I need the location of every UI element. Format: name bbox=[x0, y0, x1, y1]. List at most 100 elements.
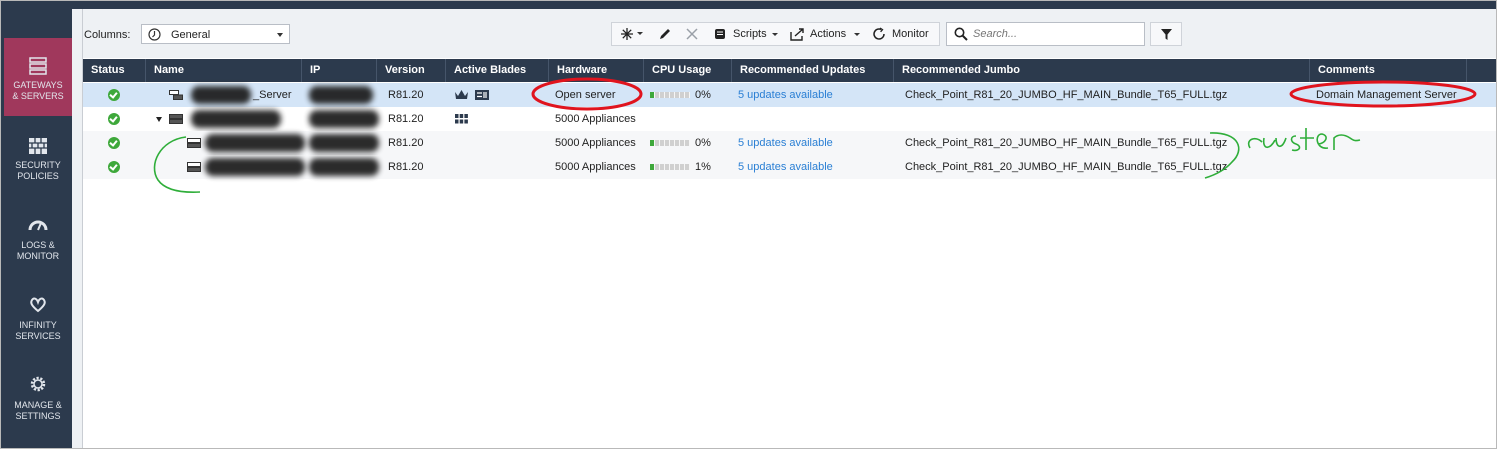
gateways-icon bbox=[29, 57, 47, 75]
status-ok-icon bbox=[108, 161, 120, 173]
redacted-ip bbox=[309, 158, 379, 176]
cell-cpu-usage: 1% bbox=[695, 161, 711, 173]
cpu-usage-fill bbox=[650, 140, 654, 146]
column-header-recommended-updates[interactable]: Recommended Updates bbox=[732, 59, 894, 82]
column-header-cpu-usage[interactable]: CPU Usage bbox=[644, 59, 732, 82]
updates-link[interactable]: 5 updates available bbox=[738, 83, 833, 107]
cluster-icon bbox=[169, 114, 183, 124]
cell-recommended-jumbo: Check_Point_R81_20_JUMBO_HF_MAIN_Bundle_… bbox=[905, 161, 1228, 173]
actions-button[interactable]: Actions bbox=[790, 23, 862, 45]
sidebar-label-l1: MANAGE & bbox=[14, 400, 62, 410]
redacted-ip bbox=[309, 134, 379, 152]
gateway-member-icon bbox=[187, 138, 201, 148]
cell-cpu-usage: 0% bbox=[695, 137, 711, 149]
column-header-recommended-jumbo[interactable]: Recommended Jumbo bbox=[894, 59, 1310, 82]
new-star-icon bbox=[621, 28, 633, 40]
updates-link[interactable]: 5 updates available bbox=[738, 131, 833, 155]
updates-link[interactable]: 5 updates available bbox=[738, 155, 833, 179]
column-header-ip[interactable]: IP bbox=[302, 59, 377, 82]
cell-recommended-jumbo: Check_Point_R81_20_JUMBO_HF_MAIN_Bundle_… bbox=[905, 137, 1228, 149]
cpu-usage-bar bbox=[650, 164, 690, 170]
column-header-hardware[interactable]: Hardware bbox=[549, 59, 644, 82]
delete-button[interactable] bbox=[684, 23, 700, 45]
column-header-status[interactable]: Status bbox=[83, 59, 146, 82]
cell-hardware: Open server bbox=[555, 89, 616, 101]
gauge-icon bbox=[28, 220, 48, 231]
cpu-usage-bar bbox=[650, 92, 690, 98]
cell-version: R81.20 bbox=[388, 137, 424, 149]
search-box[interactable] bbox=[946, 22, 1145, 46]
gateway-member-icon bbox=[187, 162, 201, 172]
script-icon bbox=[715, 29, 725, 39]
filter-icon bbox=[1161, 29, 1172, 40]
expand-toggle-icon[interactable] bbox=[156, 117, 162, 122]
columns-label: Columns: bbox=[84, 29, 131, 41]
table-row[interactable]: R81.20 5000 Appliances 1% 5 updates avai… bbox=[83, 155, 1496, 179]
title-band bbox=[1, 1, 1496, 9]
column-header-name[interactable]: Name bbox=[146, 59, 302, 82]
cell-version: R81.20 bbox=[388, 113, 424, 125]
gear-icon bbox=[30, 376, 46, 392]
table-header: Status Name IP Version Active Blades Har… bbox=[83, 59, 1496, 82]
monitor-label: Monitor bbox=[892, 28, 929, 40]
column-header-version[interactable]: Version bbox=[377, 59, 446, 82]
columns-select[interactable]: General bbox=[141, 24, 290, 44]
redacted-name bbox=[205, 158, 305, 176]
gateways-table: Status Name IP Version Active Blades Har… bbox=[83, 59, 1496, 448]
view-icon bbox=[148, 28, 161, 41]
monitor-button[interactable]: Monitor bbox=[870, 23, 938, 45]
sidebar-item-manage-settings[interactable]: MANAGE & SETTINGS bbox=[4, 358, 72, 436]
cell-hardware: 5000 Appliances bbox=[555, 137, 636, 149]
status-ok-icon bbox=[108, 89, 120, 101]
new-object-button[interactable] bbox=[618, 23, 646, 45]
sidebar-item-infinity-services[interactable]: INFINITY SERVICES bbox=[4, 278, 72, 356]
cell-version: R81.20 bbox=[388, 161, 424, 173]
pencil-icon bbox=[660, 29, 670, 39]
chevron-down-icon bbox=[277, 33, 283, 37]
table-row[interactable]: R81.20 5000 Appliances 0% 5 updates avai… bbox=[83, 131, 1496, 155]
redacted-name bbox=[191, 86, 251, 104]
search-icon bbox=[954, 27, 968, 41]
sidebar-divider bbox=[72, 9, 83, 448]
column-header-comments[interactable]: Comments bbox=[1310, 59, 1467, 82]
sidebar-label-l2: POLICIES bbox=[17, 171, 59, 181]
redacted-ip bbox=[309, 86, 373, 104]
blade-icon bbox=[475, 90, 489, 100]
cpu-usage-fill bbox=[650, 92, 654, 98]
columns-select-value: General bbox=[171, 29, 211, 41]
toolbar-button-group: Scripts Actions Monitor bbox=[611, 22, 940, 46]
actions-label: Actions bbox=[810, 28, 847, 40]
search-input[interactable] bbox=[973, 26, 1138, 41]
sidebar-label-l2: & SERVERS bbox=[12, 91, 64, 101]
scripts-button[interactable]: Scripts bbox=[712, 23, 782, 45]
sidebar: GATEWAYS & SERVERS SECURITY POLICIES LOG… bbox=[1, 9, 72, 448]
chevron-down-icon bbox=[854, 33, 860, 36]
close-icon bbox=[686, 28, 698, 40]
chevron-down-icon bbox=[772, 33, 778, 36]
sidebar-label-l1: SECURITY bbox=[15, 160, 61, 170]
edit-button[interactable] bbox=[656, 23, 674, 45]
cell-recommended-jumbo: Check_Point_R81_20_JUMBO_HF_MAIN_Bundle_… bbox=[905, 89, 1228, 101]
table-row[interactable]: _Server R81.20 Open server 0% 5 updates … bbox=[83, 83, 1496, 107]
cell-name: _Server bbox=[253, 89, 292, 101]
cell-hardware: 5000 Appliances bbox=[555, 161, 636, 173]
infinity-icon bbox=[30, 297, 46, 313]
status-ok-icon bbox=[108, 113, 120, 125]
filter-button[interactable] bbox=[1150, 22, 1182, 46]
share-icon bbox=[790, 28, 804, 41]
sidebar-item-gateways-servers[interactable]: GATEWAYS & SERVERS bbox=[4, 38, 72, 116]
sidebar-item-logs-monitor[interactable]: LOGS & MONITOR bbox=[4, 198, 72, 276]
cell-cpu-usage: 0% bbox=[695, 89, 711, 101]
table-row[interactable]: R81.20 5000 Appliances bbox=[83, 107, 1496, 131]
sidebar-label-l1: GATEWAYS bbox=[13, 80, 63, 90]
sidebar-label-l1: INFINITY bbox=[19, 320, 57, 330]
redacted-ip bbox=[309, 110, 379, 128]
column-header-active-blades[interactable]: Active Blades bbox=[446, 59, 549, 82]
redacted-name bbox=[191, 110, 281, 128]
refresh-icon bbox=[873, 27, 885, 40]
sidebar-item-security-policies[interactable]: SECURITY POLICIES bbox=[4, 118, 72, 196]
scripts-label: Scripts bbox=[733, 28, 767, 40]
sidebar-label-l2: MONITOR bbox=[16, 251, 60, 261]
cell-version: R81.20 bbox=[388, 89, 424, 101]
redacted-name bbox=[205, 134, 305, 152]
